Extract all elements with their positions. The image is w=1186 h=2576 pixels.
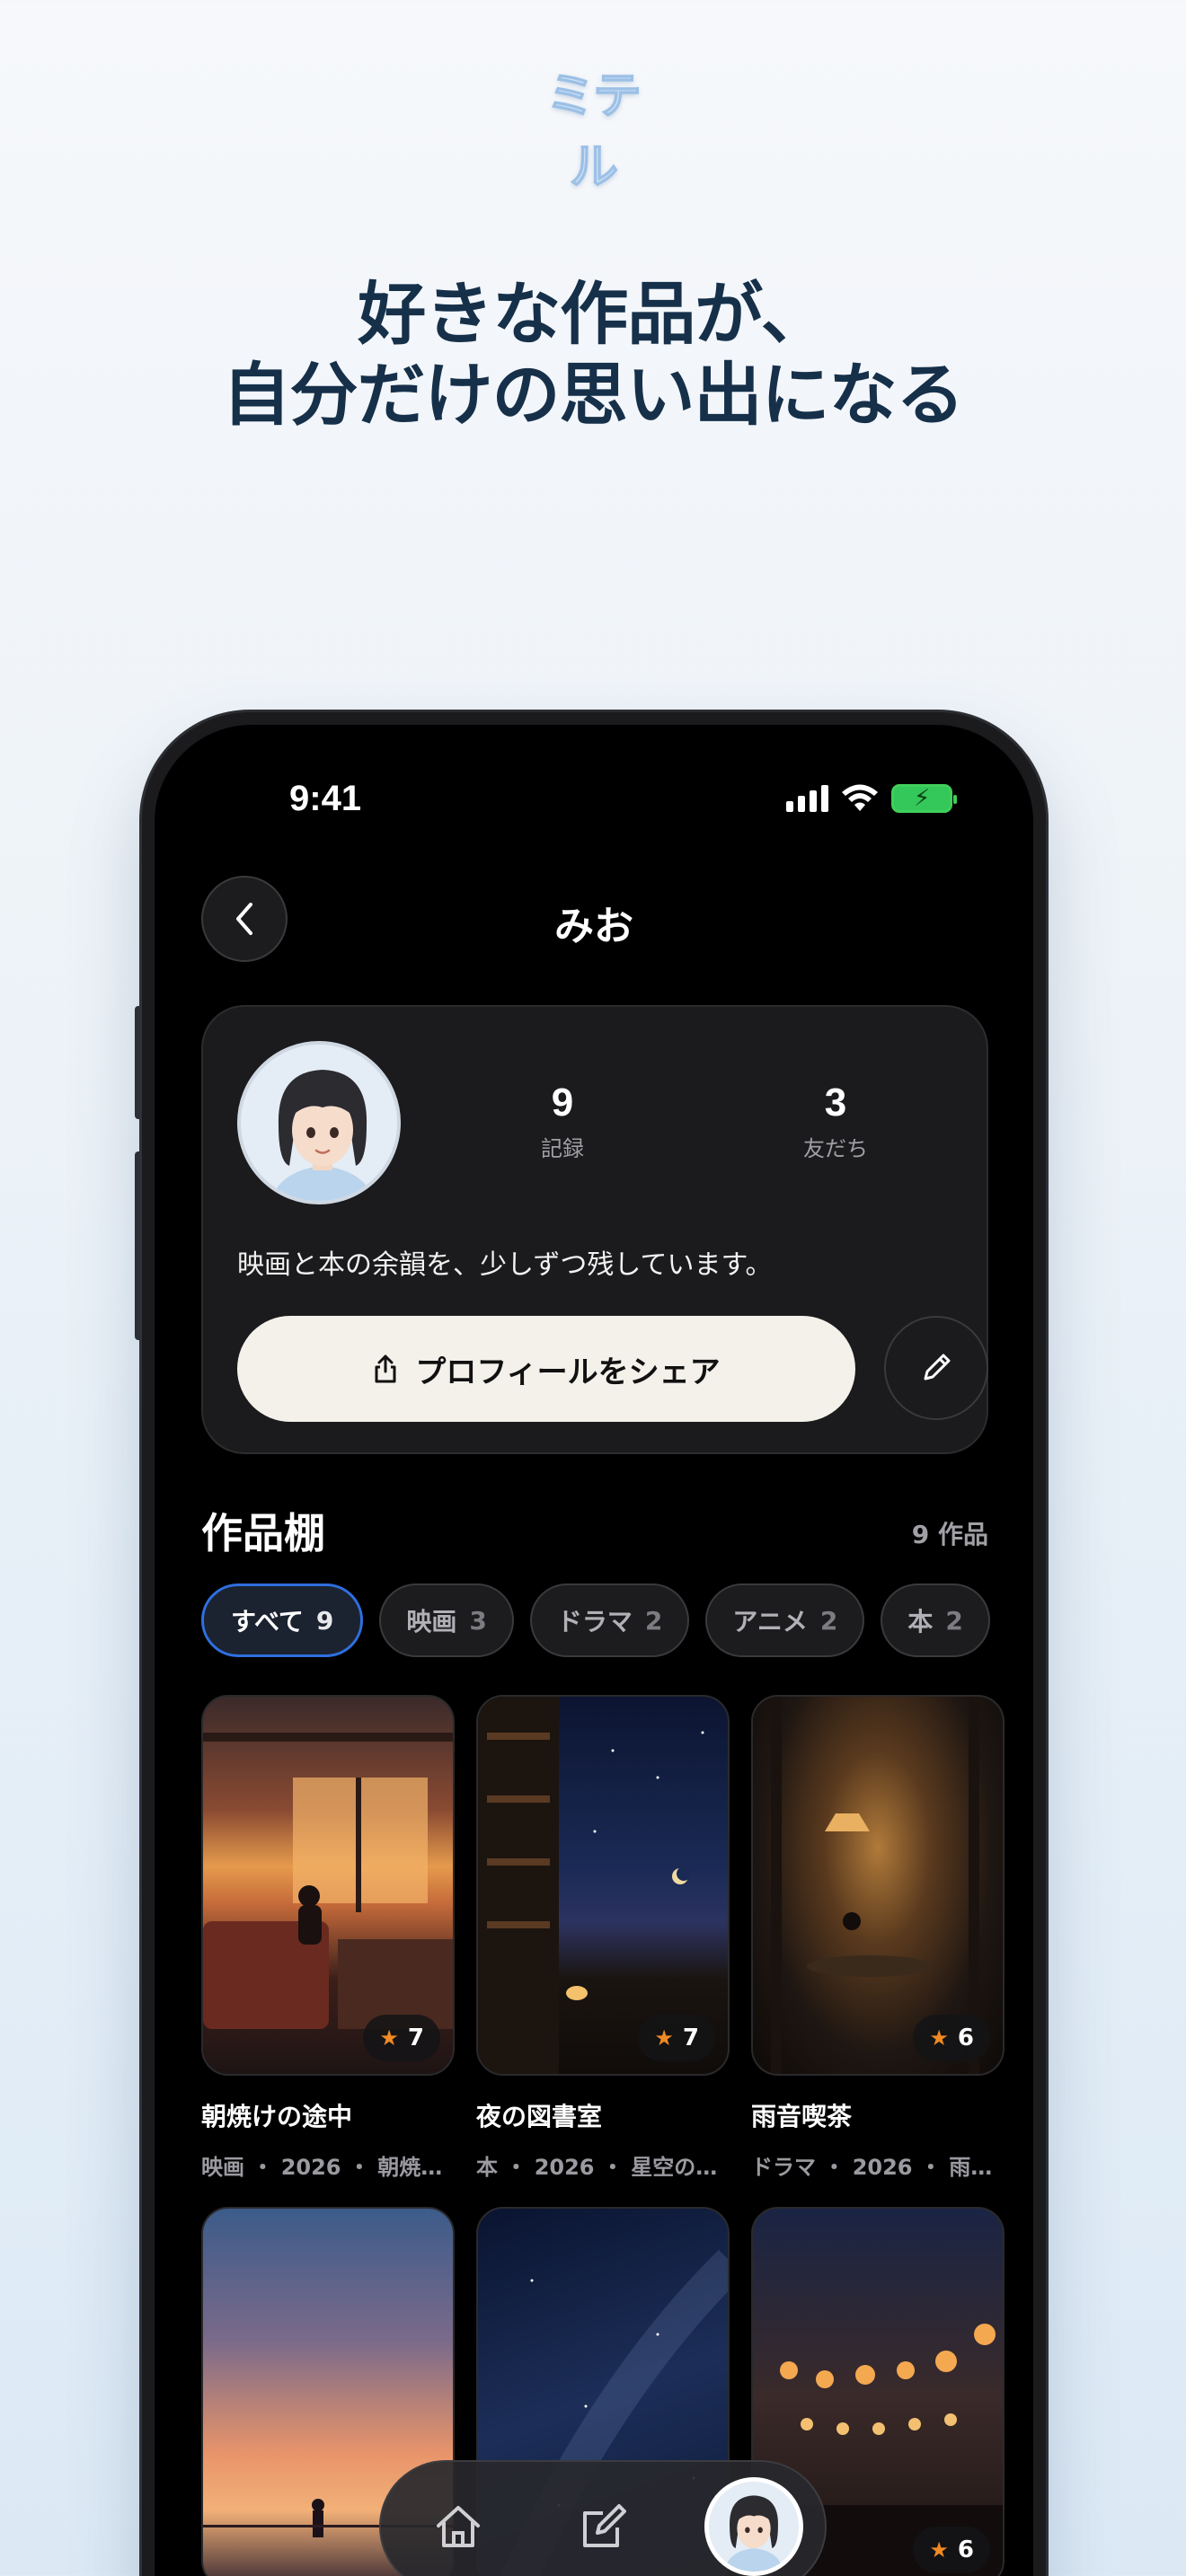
edit-profile-button[interactable] bbox=[884, 1316, 988, 1420]
chip-count: 9 bbox=[315, 1605, 334, 1636]
rating-badge: ★ 7 bbox=[638, 2015, 715, 2061]
profile-card: 9 記録 3 友だち 映画と本の余韻を、少しずつ残しています。 プロフィールをシ… bbox=[201, 1005, 988, 1454]
star-icon: ★ bbox=[929, 2537, 949, 2563]
work-card[interactable]: ★ 6 雨音喫茶 ドラマ ・ 2026 ・ 雨の… bbox=[751, 1695, 1005, 2181]
filter-chip-anime[interactable]: アニメ 2 bbox=[705, 1584, 865, 1657]
work-title: 夜の図書室 bbox=[476, 2102, 603, 2131]
work-card[interactable]: ★ 7 朝焼けの途中 映画 ・ 2026 ・ 朝焼け… bbox=[201, 1695, 455, 2181]
filter-chip-all[interactable]: すべて 9 bbox=[201, 1584, 364, 1657]
share-icon bbox=[375, 1354, 396, 1383]
profile-bio: 映画と本の余韻を、少しずつ残しています。 bbox=[237, 1249, 773, 1281]
share-profile-button[interactable]: プロフィールをシェア bbox=[237, 1316, 855, 1422]
stat-label: 友だち bbox=[803, 1136, 868, 1161]
phone-screen: 9:41 ⚡ みお 9 記録 3 友だち 映画と本の余韻を、少しずつ残しています… bbox=[155, 725, 1033, 2576]
headline: 好きな作品が、 自分だけの思い出になる bbox=[0, 274, 1186, 436]
status-icons: ⚡ bbox=[786, 784, 957, 813]
rating-badge: ★ 6 bbox=[913, 2015, 990, 2061]
tab-home[interactable] bbox=[413, 2482, 503, 2572]
headline-line-2: 自分だけの思い出になる bbox=[222, 355, 965, 435]
nav-bar: みお bbox=[155, 876, 1033, 966]
chip-count: 3 bbox=[469, 1605, 487, 1636]
chip-label: アニメ bbox=[732, 1607, 808, 1636]
filter-chips: すべて 9 映画 3 ドラマ 2 アニメ 2 本 2 bbox=[201, 1584, 990, 1657]
star-icon: ★ bbox=[929, 2025, 949, 2051]
share-profile-label: プロフィールをシェア bbox=[415, 1354, 721, 1390]
work-meta: ドラマ ・ 2026 ・ 雨の… bbox=[751, 2155, 1005, 2180]
filter-chip-movie[interactable]: 映画 3 bbox=[379, 1584, 514, 1657]
star-icon: ★ bbox=[654, 2025, 674, 2051]
work-thumbnail: ★ 7 bbox=[201, 1695, 455, 2076]
chip-count: 2 bbox=[819, 1605, 838, 1636]
rating-value: 6 bbox=[957, 2536, 974, 2563]
stat-label: 記録 bbox=[541, 1136, 584, 1161]
work-thumbnail: ★ 7 bbox=[476, 1695, 730, 2076]
filter-chip-drama[interactable]: ドラマ 2 bbox=[529, 1584, 690, 1657]
app-logo: ミテル bbox=[545, 66, 642, 196]
shelf-count: 9 作品 bbox=[911, 1520, 988, 1549]
chip-label: すべて bbox=[231, 1607, 304, 1636]
compose-icon bbox=[583, 2504, 626, 2547]
phone-frame: 9:41 ⚡ みお 9 記録 3 友だち 映画と本の余韻を、少しずつ残しています… bbox=[142, 712, 1046, 2576]
work-meta: 本 ・ 2026 ・ 星空の図… bbox=[476, 2155, 730, 2180]
stat-friends[interactable]: 3 友だち bbox=[746, 1081, 925, 1162]
star-icon: ★ bbox=[379, 2025, 399, 2051]
page-title: みお bbox=[554, 904, 633, 949]
work-meta: 映画 ・ 2026 ・ 朝焼け… bbox=[201, 2155, 455, 2180]
stat-value: 3 bbox=[824, 1081, 847, 1125]
rating-value: 7 bbox=[682, 2025, 699, 2051]
stat-records[interactable]: 9 記録 bbox=[473, 1081, 652, 1162]
work-title: 朝焼けの途中 bbox=[201, 2102, 353, 2131]
tab-profile-avatar[interactable] bbox=[704, 2477, 803, 2576]
avatar-illustration bbox=[709, 2482, 799, 2572]
headline-line-1: 好きな作品が、 bbox=[358, 274, 828, 354]
rating-badge: ★ 7 bbox=[363, 2015, 440, 2061]
chip-count: 2 bbox=[644, 1605, 663, 1636]
chip-label: 映画 bbox=[406, 1607, 457, 1636]
shelf-title: 作品棚 bbox=[201, 1509, 325, 1557]
avatar-illustration bbox=[241, 1045, 397, 1201]
status-time: 9:41 bbox=[289, 779, 362, 818]
pencil-icon bbox=[924, 1354, 951, 1381]
status-bar: 9:41 ⚡ bbox=[155, 779, 1033, 833]
stat-value: 9 bbox=[551, 1081, 574, 1125]
tab-bar bbox=[379, 2460, 827, 2576]
rating-value: 7 bbox=[407, 2025, 424, 2051]
rating-badge: ★ 6 bbox=[913, 2527, 990, 2573]
tab-compose[interactable] bbox=[559, 2482, 649, 2572]
filter-chip-book[interactable]: 本 2 bbox=[881, 1584, 990, 1657]
work-title: 雨音喫茶 bbox=[751, 2102, 853, 2131]
avatar[interactable] bbox=[237, 1041, 401, 1204]
signal-icon bbox=[786, 785, 828, 812]
home-icon bbox=[437, 2506, 480, 2547]
wifi-icon bbox=[842, 784, 878, 811]
work-thumbnail: ★ 6 bbox=[751, 1695, 1005, 2076]
chip-label: 本 bbox=[907, 1607, 934, 1636]
battery-icon: ⚡ bbox=[891, 784, 957, 813]
chip-label: ドラマ bbox=[556, 1607, 633, 1636]
chip-count: 2 bbox=[945, 1605, 963, 1636]
work-card[interactable]: ★ 7 夜の図書室 本 ・ 2026 ・ 星空の図… bbox=[476, 1695, 730, 2181]
rating-value: 6 bbox=[957, 2025, 974, 2051]
